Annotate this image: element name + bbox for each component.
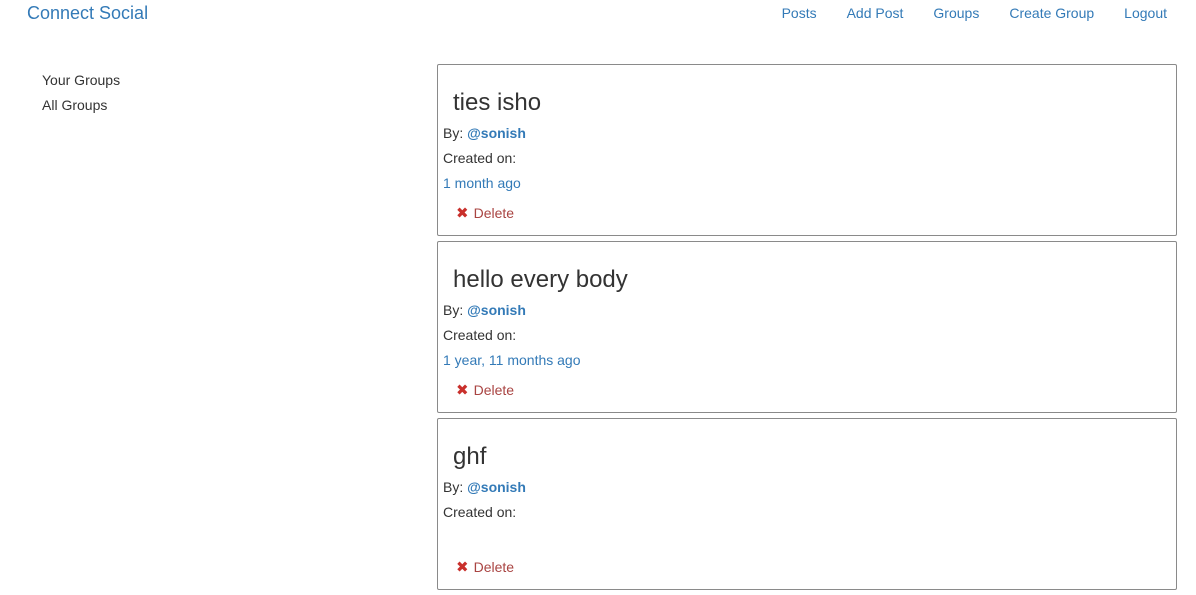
delete-label: Delete — [473, 382, 515, 398]
post-card: hello every body By: @sonish Created on:… — [437, 241, 1177, 413]
created-label: Created on: — [443, 504, 517, 520]
by-label: By: — [443, 125, 464, 141]
remove-x-icon: ✖ — [456, 382, 469, 399]
post-author-line: By: @sonish — [443, 302, 526, 318]
remove-x-icon: ✖ — [456, 205, 469, 222]
by-label: By: — [443, 302, 464, 318]
post-title: hello every body — [453, 266, 628, 293]
post-title: ghf — [453, 443, 487, 470]
brand-link[interactable]: Connect Social — [27, 3, 148, 24]
delete-button[interactable]: ✖ Delete — [456, 204, 514, 222]
nav-logout-link[interactable]: Logout — [1124, 5, 1167, 21]
delete-label: Delete — [473, 205, 515, 221]
nav-groups-link[interactable]: Groups — [933, 5, 979, 21]
post-title: ties isho — [453, 89, 542, 116]
nav-add-post-link[interactable]: Add Post — [847, 5, 904, 21]
delete-label: Delete — [473, 559, 515, 575]
nav-links: Posts Add Post Groups Create Group Logou… — [752, 5, 1167, 21]
author-link[interactable]: @sonish — [467, 479, 526, 495]
sidebar: Your Groups All Groups — [42, 68, 242, 118]
post-card: ties isho By: @sonish Created on: 1 mont… — [437, 64, 1177, 236]
navbar: Connect Social Posts Add Post Groups Cre… — [0, 0, 1196, 30]
post-time-link[interactable]: 1 month ago — [443, 175, 521, 191]
created-label: Created on: — [443, 327, 517, 343]
sidebar-item-your-groups[interactable]: Your Groups — [42, 68, 242, 93]
nav-posts-link[interactable]: Posts — [782, 5, 817, 21]
nav-create-group-link[interactable]: Create Group — [1009, 5, 1094, 21]
sidebar-item-all-groups[interactable]: All Groups — [42, 93, 242, 118]
post-time-link[interactable]: 1 year, 11 months ago — [443, 352, 581, 368]
post-author-line: By: @sonish — [443, 125, 526, 141]
created-label: Created on: — [443, 150, 517, 166]
post-list: ties isho By: @sonish Created on: 1 mont… — [437, 64, 1177, 595]
remove-x-icon: ✖ — [456, 559, 469, 576]
author-link[interactable]: @sonish — [467, 302, 526, 318]
author-link[interactable]: @sonish — [467, 125, 526, 141]
post-author-line: By: @sonish — [443, 479, 526, 495]
by-label: By: — [443, 479, 464, 495]
delete-button[interactable]: ✖ Delete — [456, 381, 514, 399]
delete-button[interactable]: ✖ Delete — [456, 558, 514, 576]
post-card: ghf By: @sonish Created on: ✖ Delete — [437, 418, 1177, 590]
